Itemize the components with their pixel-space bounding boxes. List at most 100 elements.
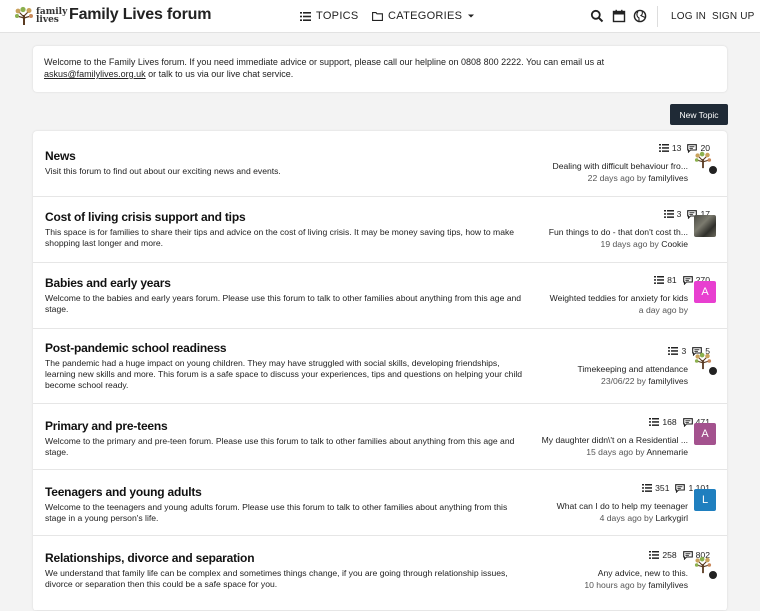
- topics-count-value: 81: [667, 275, 677, 285]
- posts-count-icon: [675, 483, 686, 493]
- user-avatar-photo[interactable]: [694, 215, 716, 237]
- latest-topic-meta: 23/06/22 by familylives: [601, 376, 688, 386]
- family-lives-logo[interactable]: family lives: [14, 6, 67, 26]
- posts-count-icon: [682, 275, 693, 285]
- latest-username[interactable]: familylives: [648, 580, 688, 590]
- online-badge-icon: [708, 570, 718, 580]
- online-badge-icon: [708, 366, 718, 376]
- folder-icon: [372, 11, 383, 21]
- category-title[interactable]: Post-pandemic school readiness: [45, 341, 227, 355]
- latest-by: by: [649, 239, 659, 249]
- posts-count-icon: [682, 417, 693, 427]
- latest-topic-link[interactable]: Dealing with difficult behaviour fro...: [552, 161, 688, 171]
- category-title[interactable]: Babies and early years: [45, 276, 171, 290]
- caret-down-icon: [468, 14, 475, 18]
- topics-count: 258: [649, 550, 677, 560]
- topics-count-icon: [668, 347, 679, 355]
- category-description: We understand that family life can be co…: [45, 568, 508, 589]
- new-topic-button[interactable]: New Topic: [670, 104, 728, 125]
- posts-count-icon: [682, 550, 693, 560]
- category-title[interactable]: Relationships, divorce and separation: [45, 551, 255, 565]
- topics-count: 13: [658, 143, 682, 153]
- topics-count: 3: [663, 209, 682, 219]
- header-divider: [657, 6, 658, 27]
- nav-topics[interactable]: TOPICS: [300, 10, 359, 22]
- category-description: The pandemic had a huge impact on young …: [45, 358, 523, 390]
- latest-time: 19 days ago: [600, 239, 648, 249]
- latest-time: a day ago: [638, 305, 677, 315]
- user-avatar-logo[interactable]: [694, 151, 718, 175]
- category-title[interactable]: Cost of living crisis support and tips: [45, 210, 246, 224]
- category-row[interactable]: Primary and pre-teens Welcome to the prim…: [33, 404, 727, 470]
- category-description: Welcome to the primary and pre-teen foru…: [45, 436, 515, 457]
- category-title[interactable]: Primary and pre-teens: [45, 419, 168, 433]
- topics-count-icon: [649, 551, 660, 559]
- notice-text-2: or talk to us via our live chat service.: [145, 69, 294, 79]
- topics-count-icon: [649, 418, 660, 426]
- notice-text: Welcome to the Family Lives forum. If yo…: [44, 57, 605, 67]
- latest-topic-link[interactable]: My daughter didn\'t on a Residential ...: [542, 435, 688, 445]
- topics-list-icon: [300, 11, 311, 21]
- latest-topic-link[interactable]: Fun things to do - that don't cost th...: [549, 227, 688, 237]
- nav-categories[interactable]: CATEGORIES: [372, 10, 476, 22]
- latest-topic-meta: 15 days ago by Annemarie: [586, 447, 688, 457]
- category-row[interactable]: Teenagers and young adults Welcome to the…: [33, 470, 727, 536]
- latest-username[interactable]: familylives: [648, 173, 688, 183]
- latest-by: by: [644, 513, 654, 523]
- topics-count-value: 351: [655, 483, 670, 493]
- email-link[interactable]: askus@familylives.org.uk: [44, 69, 146, 79]
- latest-by: by: [636, 376, 646, 386]
- calendar-icon[interactable]: [612, 9, 626, 23]
- latest-topic-link[interactable]: Weighted teddies for anxiety for kids: [550, 293, 688, 303]
- user-avatar[interactable]: A: [694, 281, 716, 303]
- user-avatar[interactable]: A: [694, 423, 716, 445]
- nav-topics-label: TOPICS: [316, 10, 359, 22]
- latest-by: by: [635, 447, 645, 457]
- topics-count: 81: [654, 275, 677, 285]
- latest-by: by: [636, 173, 646, 183]
- latest-username[interactable]: Annemarie: [646, 447, 688, 457]
- category-row[interactable]: Post-pandemic school readiness The pandem…: [33, 329, 727, 404]
- topics-count-value: 3: [676, 209, 682, 219]
- latest-topic-meta: 4 days ago by Larkygirl: [600, 513, 688, 523]
- nav-categories-label: CATEGORIES: [388, 10, 463, 22]
- tree-logo-icon: [15, 6, 33, 25]
- latest-time: 22 days ago: [587, 173, 635, 183]
- user-avatar-logo[interactable]: [694, 352, 718, 376]
- online-badge-icon: [708, 165, 718, 175]
- logo-wordmark: family lives: [36, 8, 67, 25]
- topics-count-icon: [654, 276, 665, 284]
- search-icon[interactable]: [590, 9, 604, 23]
- latest-username[interactable]: Cookie: [661, 239, 688, 249]
- category-title[interactable]: News: [45, 149, 76, 163]
- latest-topic-meta: a day ago by: [639, 305, 688, 315]
- latest-username[interactable]: familylives: [648, 376, 688, 386]
- welcome-notice: Welcome to the Family Lives forum. If yo…: [33, 46, 727, 92]
- category-title[interactable]: Teenagers and young adults: [45, 485, 202, 499]
- topics-count: 3: [668, 346, 686, 356]
- latest-topic-link[interactable]: What can I do to help my teenager: [557, 501, 688, 511]
- latest-by: by: [636, 580, 646, 590]
- topics-count-value: 3: [681, 346, 687, 356]
- user-avatar[interactable]: L: [694, 489, 716, 511]
- signup-link[interactable]: SIGN UP: [712, 11, 755, 22]
- category-row[interactable]: News Visit this forum to find out about o…: [33, 131, 727, 197]
- user-avatar-logo[interactable]: [694, 556, 718, 580]
- latest-topic-meta: 22 days ago by familylives: [588, 173, 688, 183]
- site-title[interactable]: Family Lives forum: [69, 6, 211, 24]
- topics-count-value: 13: [671, 143, 682, 153]
- latest-topic-meta: 19 days ago by Cookie: [601, 239, 688, 249]
- topics-count-value: 258: [662, 550, 677, 560]
- category-row[interactable]: Cost of living crisis support and tips Th…: [33, 197, 727, 263]
- category-row[interactable]: Babies and early years Welcome to the bab…: [33, 263, 727, 329]
- latest-username[interactable]: Larkygirl: [656, 513, 688, 523]
- latest-topic-meta: 10 hours ago by familylives: [584, 580, 688, 590]
- latest-time: 15 days ago: [586, 447, 634, 457]
- latest-topic-link[interactable]: Any advice, new to this.: [598, 568, 688, 578]
- topics-count-icon: [658, 144, 669, 152]
- logo-word-lives: lives: [36, 15, 59, 25]
- login-link[interactable]: LOG IN: [671, 11, 706, 22]
- globe-icon[interactable]: [633, 9, 647, 23]
- topics-count-icon: [642, 484, 653, 492]
- latest-topic-link[interactable]: Timekeeping and attendance: [577, 364, 688, 374]
